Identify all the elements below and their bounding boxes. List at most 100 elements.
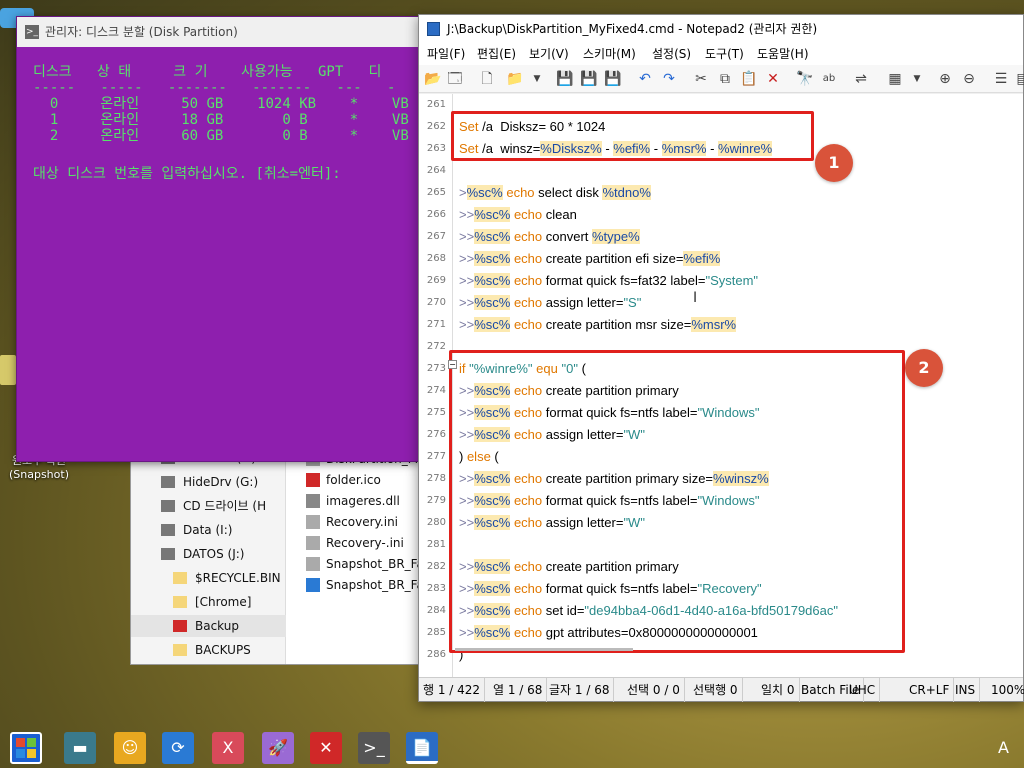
- notepad-app-icon[interactable]: 📄: [406, 732, 438, 764]
- menu-item[interactable]: 편집(E): [477, 43, 516, 65]
- language-indicator[interactable]: A: [998, 738, 1009, 757]
- tree-item[interactable]: $RECYCLE.BIN: [131, 567, 286, 589]
- tree-item[interactable]: HideDrv (G:): [131, 471, 286, 493]
- console-output[interactable]: 디스크 상 태 크 기 사용가능 GPT 디 ----- ----- ------…: [17, 47, 419, 463]
- dropdown-icon[interactable]: ▼: [527, 69, 547, 89]
- code-token: %sc%: [474, 229, 511, 244]
- line-number: 280: [426, 517, 446, 528]
- file-item[interactable]: Recovery-.ini: [306, 533, 404, 554]
- open-folder-icon[interactable]: 📂: [423, 69, 443, 89]
- x-app-icon[interactable]: X: [212, 732, 244, 764]
- status-field: 열 1 / 68: [489, 678, 548, 702]
- status-field[interactable]: UHC: [845, 678, 881, 702]
- undo-icon[interactable]: ↶: [635, 69, 655, 89]
- code-line[interactable]: >%sc% echo select disk %tdno%: [459, 182, 651, 204]
- console-titlebar[interactable]: >_ 관리자: 디스크 분할 (Disk Partition): [17, 17, 419, 47]
- code-editor[interactable]: 261 262 263 264 265 266 267 268 269 270 271 272 273 2…: [419, 94, 1023, 679]
- code-token: %tdno%: [602, 185, 651, 200]
- rocket-app-icon[interactable]: 🚀: [262, 732, 294, 764]
- scheme-dropdown-icon[interactable]: ▼: [907, 69, 927, 89]
- code-line[interactable]: >>%sc% echo format quick fs=fat32 label=…: [459, 270, 758, 292]
- paste-icon[interactable]: 📋: [739, 69, 759, 89]
- file-icon: [306, 536, 320, 550]
- line-number: 275: [426, 407, 446, 418]
- code-line[interactable]: >>%sc% echo assign letter="S": [459, 292, 641, 314]
- code-token: %sc%: [474, 295, 511, 310]
- line-number: 269: [426, 275, 446, 286]
- file-item[interactable]: Snapshot_BR_Fas: [306, 554, 429, 575]
- taskbar: ▬ ☺ ⟳ X 🚀 ✕ >_ 📄 A: [0, 726, 1024, 768]
- code-token: echo: [513, 317, 543, 332]
- copy-icon[interactable]: ⧉: [715, 69, 735, 89]
- file-item[interactable]: Recovery.ini: [306, 512, 398, 533]
- settings-icon[interactable]: ▤: [1013, 69, 1024, 89]
- menu-item[interactable]: 보기(V): [529, 43, 569, 65]
- sync-app-icon[interactable]: ⟳: [162, 732, 194, 764]
- tree-item[interactable]: BACKUPS: [131, 639, 286, 661]
- notepad-titlebar[interactable]: J:\Backup\DiskPartition_MyFixed4.cmd - N…: [419, 15, 1023, 43]
- open-icon[interactable]: 📁: [505, 69, 525, 89]
- new-file-icon[interactable]: 🗋: [477, 69, 497, 89]
- close-app-icon[interactable]: ✕: [310, 732, 342, 764]
- menu-item[interactable]: 스키마(M): [583, 43, 636, 65]
- menu-item[interactable]: 도움말(H): [757, 43, 809, 65]
- status-field[interactable]: INS: [951, 678, 981, 702]
- code-line[interactable]: >>%sc% echo create partition msr size=%m…: [459, 314, 737, 336]
- tree-item[interactable]: Data (I:): [131, 519, 286, 541]
- line-number: 268: [426, 253, 446, 264]
- code-token: create partition msr size=: [542, 317, 692, 332]
- file-name: Recovery-.ini: [326, 536, 404, 550]
- status-field: 일치 0: [757, 678, 800, 702]
- file-icon: [306, 494, 320, 508]
- file-item[interactable]: imageres.dll: [306, 491, 400, 512]
- menu-item[interactable]: 파일(F): [427, 43, 465, 65]
- status-field[interactable]: 100%: [987, 678, 1024, 702]
- line-number: 281: [426, 539, 446, 550]
- code-token: "System": [705, 273, 759, 288]
- line-number: 262: [426, 121, 446, 132]
- find-icon[interactable]: 🔭: [795, 69, 815, 89]
- tree-item[interactable]: CD 드라이브 (H: [131, 495, 286, 517]
- redo-icon[interactable]: ↷: [659, 69, 679, 89]
- code-token: %sc%: [474, 317, 511, 332]
- user-app-icon[interactable]: ☺: [114, 732, 146, 764]
- console-title: 관리자: 디스크 분할 (Disk Partition): [45, 25, 238, 39]
- zoom-in-icon[interactable]: ⊕: [935, 69, 955, 89]
- tree-item-label: CD 드라이브 (H: [183, 499, 267, 513]
- replace-icon[interactable]: ab: [819, 69, 839, 89]
- browse-icon[interactable]: 🗔: [445, 69, 465, 89]
- view-icon[interactable]: ☰: [991, 69, 1011, 89]
- status-field[interactable]: CR+LF: [905, 678, 955, 702]
- terminal-app-icon[interactable]: >_: [358, 732, 390, 764]
- tree-item[interactable]: DATOS (J:): [131, 543, 286, 565]
- code-token: "S": [623, 295, 642, 310]
- tree-item[interactable]: Backup: [131, 615, 286, 637]
- save-copy-icon[interactable]: 💾: [603, 69, 623, 89]
- desktop-icon-partial[interactable]: [0, 355, 16, 385]
- zoom-out-icon[interactable]: ⊖: [959, 69, 979, 89]
- code-line[interactable]: >>%sc% echo clean: [459, 204, 577, 226]
- horizontal-scrollbar[interactable]: [455, 648, 633, 651]
- code-line[interactable]: >>%sc% echo create partition efi size=%e…: [459, 248, 721, 270]
- menu-item[interactable]: 설정(S): [652, 43, 691, 65]
- line-number: 274: [426, 385, 446, 396]
- file-item[interactable]: Snapshot_BR_Fas: [306, 575, 429, 596]
- scheme-icon[interactable]: ▦: [885, 69, 905, 89]
- save-icon[interactable]: 💾: [555, 69, 575, 89]
- wordwrap-icon[interactable]: ⇌: [851, 69, 871, 89]
- console-window: >_ 관리자: 디스크 분할 (Disk Partition) 디스크 상 태 …: [16, 16, 420, 462]
- delete-icon[interactable]: ✕: [763, 69, 783, 89]
- code-line[interactable]: >>%sc% echo convert %type%: [459, 226, 640, 248]
- file-item[interactable]: folder.ico: [306, 470, 381, 491]
- fold-marker-icon[interactable]: −: [448, 360, 457, 369]
- drive-app-icon[interactable]: ▬: [64, 732, 96, 764]
- console-icon: >_: [25, 25, 39, 39]
- folder-icon: [173, 572, 187, 584]
- status-bar: 행 1 / 422 열 1 / 68 글자 1 / 68 선택 0 / 0 선택행 0 일…: [419, 677, 1024, 702]
- start-button-icon[interactable]: [10, 732, 42, 764]
- line-number: 276: [426, 429, 446, 440]
- tree-item[interactable]: [Chrome]: [131, 591, 286, 613]
- menu-item[interactable]: 도구(T): [705, 43, 744, 65]
- save-as-icon[interactable]: 💾: [579, 69, 599, 89]
- cut-icon[interactable]: ✂: [691, 69, 711, 89]
